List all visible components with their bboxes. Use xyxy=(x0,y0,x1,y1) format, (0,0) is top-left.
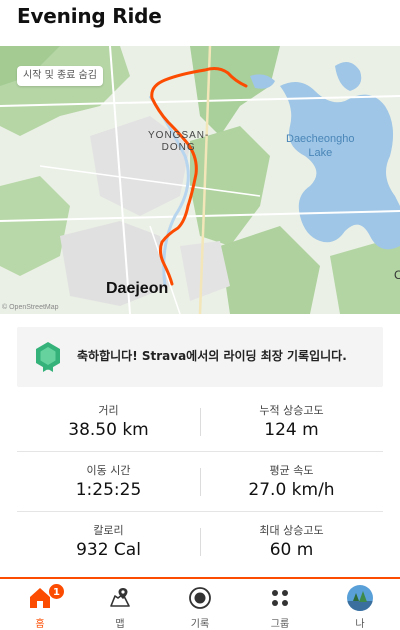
tab-groups[interactable]: 그룹 xyxy=(240,579,320,630)
stat-value: 932 Cal xyxy=(76,540,141,560)
map-edge-label: C xyxy=(394,268,400,282)
stat-row: 거리 38.50 km 누적 상승고도 124 m xyxy=(17,392,383,452)
tab-me[interactable]: 나 xyxy=(320,579,400,630)
bottom-tab-bar: 1 홈 맵 기록 그룹 나 xyxy=(0,577,400,630)
district-label-line1: YONGSAN- xyxy=(148,130,210,141)
achievement-banner[interactable]: 축하합니다! Strava에서의 라이딩 최장 기록입니다. xyxy=(17,327,383,387)
tab-label: 기록 xyxy=(190,619,210,630)
stat-label: 이동 시간 xyxy=(86,464,131,477)
stat-label: 칼로리 xyxy=(93,524,124,537)
stat-distance: 거리 38.50 km xyxy=(17,392,200,452)
stat-max-elevation: 최대 상승고도 60 m xyxy=(200,512,383,572)
district-label-line2: DONG xyxy=(161,142,196,153)
lake-label-line1: Daecheongho xyxy=(286,133,355,145)
lake-label-line2: Lake xyxy=(308,147,333,159)
tab-label: 나 xyxy=(355,619,365,630)
stat-label: 최대 상승고도 xyxy=(259,524,324,537)
stat-avg-speed: 평균 속도 27.0 km/h xyxy=(200,452,383,512)
stats-grid: 거리 38.50 km 누적 상승고도 124 m 이동 시간 1:25:25 … xyxy=(17,392,383,572)
tab-label: 홈 xyxy=(35,619,45,630)
tab-record[interactable]: 기록 xyxy=(160,579,240,630)
stat-row: 이동 시간 1:25:25 평균 속도 27.0 km/h xyxy=(17,452,383,512)
tab-map[interactable]: 맵 xyxy=(80,579,160,630)
city-label: Daejeon xyxy=(106,280,169,297)
achievement-text: 축하합니다! Strava에서의 라이딩 최장 기록입니다. xyxy=(77,349,347,363)
map-canvas xyxy=(0,46,400,314)
stat-label: 누적 상승고도 xyxy=(259,404,324,417)
stat-value: 27.0 km/h xyxy=(248,480,335,500)
stat-moving-time: 이동 시간 1:25:25 xyxy=(17,452,200,512)
hide-start-end-toggle[interactable]: 시작 및 종료 숨김 xyxy=(17,66,103,86)
tab-label: 맵 xyxy=(115,619,125,630)
map-icon xyxy=(110,588,130,607)
route-map[interactable]: 시작 및 종료 숨김 YONGSAN- DONG Daecheongho Lak… xyxy=(0,46,400,314)
stat-elevation-gain: 누적 상승고도 124 m xyxy=(200,392,383,452)
stat-row: 칼로리 932 Cal 최대 상승고도 60 m xyxy=(17,512,383,572)
stat-label: 거리 xyxy=(98,404,119,417)
notification-badge: 1 xyxy=(48,583,65,600)
map-copyright: © OpenStreetMap xyxy=(2,304,59,311)
avatar xyxy=(347,585,373,611)
tab-label: 그룹 xyxy=(270,619,290,630)
groups-icon xyxy=(272,590,288,606)
stat-value: 124 m xyxy=(264,420,319,440)
stat-calories: 칼로리 932 Cal xyxy=(17,512,200,572)
stat-value: 60 m xyxy=(269,540,314,560)
district-label: YONGSAN- DONG xyxy=(148,130,209,154)
page-title: Evening Ride xyxy=(17,4,162,28)
lake-label: Daecheongho Lake xyxy=(286,132,355,160)
medal-icon xyxy=(36,342,60,372)
tab-home[interactable]: 1 홈 xyxy=(0,579,80,630)
stat-value: 38.50 km xyxy=(68,420,149,440)
stat-label: 평균 속도 xyxy=(269,464,314,477)
header: Evening Ride xyxy=(0,0,400,46)
stat-value: 1:25:25 xyxy=(75,480,142,500)
record-icon xyxy=(189,587,211,609)
